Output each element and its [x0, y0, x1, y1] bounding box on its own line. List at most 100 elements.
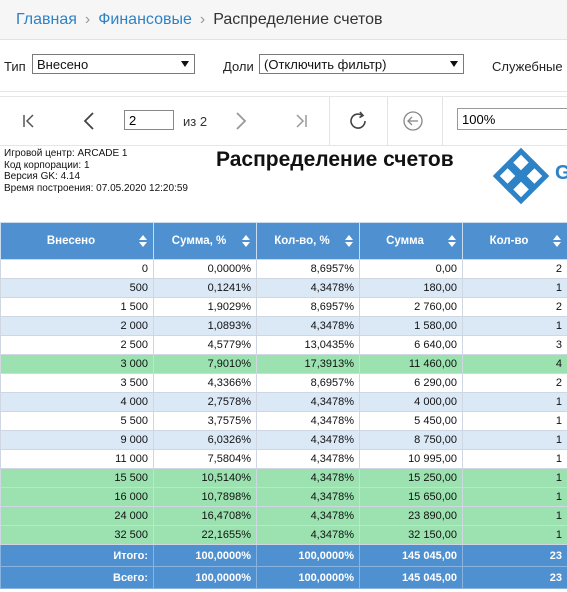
type-filter-label: Тип: [4, 59, 26, 74]
column-header[interactable]: Кол-во: [462, 222, 567, 260]
column-header-label: Сумма: [386, 235, 424, 247]
table-cell: 11 460,00: [359, 354, 463, 374]
table-cell: 7,5804%: [153, 449, 257, 469]
table-cell: 4: [462, 354, 567, 374]
column-header[interactable]: Внесено: [0, 222, 154, 260]
table-cell: 1: [462, 278, 567, 298]
zoom-input[interactable]: [457, 108, 567, 130]
column-header-label: Сумма, %: [171, 235, 227, 247]
table-cell: 5 500: [0, 411, 154, 431]
table-cell: 17,3913%: [256, 354, 360, 374]
table-cell: 24 000: [0, 506, 154, 526]
table-cell: 1: [462, 392, 567, 412]
column-header[interactable]: Кол-во, %: [256, 222, 360, 260]
share-filter-label: Доли: [223, 59, 254, 74]
table-cell: 100,0000%: [256, 544, 360, 567]
table-cell: 13,0435%: [256, 335, 360, 355]
table-cell: 23 890,00: [359, 506, 463, 526]
table-cell: 8,6957%: [256, 297, 360, 317]
table-row: 3 500 4,3366% 8,6957% 6 290,00 2: [0, 373, 567, 393]
breadcrumb-link-home[interactable]: Главная: [16, 11, 77, 29]
meta-line-time: Время построения: 07.05.2020 12:20:59: [4, 182, 188, 194]
table-row: 2 000 1,0893% 4,3478% 1 580,00 1: [0, 316, 567, 336]
table-row: 500 0,1241% 4,3478% 180,00 1: [0, 278, 567, 298]
table-cell: 10,5140%: [153, 468, 257, 488]
column-header-label: Внесено: [46, 235, 96, 247]
table-cell: 4,3478%: [256, 316, 360, 336]
table-cell: 9 000: [0, 430, 154, 450]
breadcrumb-link-financial[interactable]: Финансовые: [98, 11, 192, 29]
table-cell: Итого:: [0, 544, 154, 567]
table-cell: 0,1241%: [153, 278, 257, 298]
table-row: 24 000 16,4708% 4,3478% 23 890,00 1: [0, 506, 567, 526]
table-cell: 5 450,00: [359, 411, 463, 431]
report-meta: Игровой центр: ARCADE 1 Код корпорации: …: [4, 148, 188, 194]
table-cell: 145 045,00: [359, 544, 463, 567]
meta-line-center: Игровой центр: ARCADE 1: [4, 148, 128, 159]
table-cell: 4,3478%: [256, 411, 360, 431]
type-filter-value: Внесено: [37, 57, 89, 72]
table-cell: 4 000,00: [359, 392, 463, 412]
table-cell: 22,1655%: [153, 525, 257, 545]
table-cell: 1,0893%: [153, 316, 257, 336]
table-cell: 1: [462, 525, 567, 545]
table-row: 1 500 1,9029% 8,6957% 2 760,00 2: [0, 297, 567, 317]
table-cell: 2,7578%: [153, 392, 257, 412]
table-cell: 1: [462, 449, 567, 469]
report-toolbar: из 2: [0, 96, 567, 146]
sort-icon: [553, 235, 561, 247]
table-cell: 2: [462, 373, 567, 393]
meta-line-corp: Код корпорации: 1: [4, 159, 90, 171]
back-circle-icon: [403, 111, 423, 131]
refresh-icon: [350, 111, 366, 129]
page-number-input[interactable]: [124, 110, 174, 130]
column-header-label: Кол-во, %: [274, 235, 330, 247]
type-filter-select[interactable]: Внесено: [32, 54, 195, 74]
table-cell: 4,3478%: [256, 278, 360, 298]
table-cell: 1: [462, 316, 567, 336]
share-filter-value: (Отключить фильтр): [264, 57, 387, 72]
table-cell: 32 500: [0, 525, 154, 545]
table-cell: 4,3478%: [256, 525, 360, 545]
table-row: 0 0,0000% 8,6957% 0,00 2: [0, 259, 567, 279]
column-header[interactable]: Сумма, %: [153, 222, 257, 260]
share-filter-select[interactable]: (Отключить фильтр): [259, 54, 464, 74]
table-cell: 3,7575%: [153, 411, 257, 431]
table-total-row: Итого: 100,0000% 100,0000% 145 045,00 23: [0, 544, 567, 567]
first-page-button[interactable]: [14, 97, 44, 145]
table-cell: 4,3478%: [256, 487, 360, 507]
table-cell: 32 150,00: [359, 525, 463, 545]
table-cell: 1: [462, 411, 567, 431]
sort-icon: [242, 235, 250, 247]
column-header[interactable]: Сумма: [359, 222, 463, 260]
prev-page-button[interactable]: [74, 97, 104, 145]
table-cell: 11 000: [0, 449, 154, 469]
table-cell: 6,0326%: [153, 430, 257, 450]
table-row: 32 500 22,1655% 4,3478% 32 150,00 1: [0, 525, 567, 545]
sort-icon: [448, 235, 456, 247]
table-cell: 2: [462, 297, 567, 317]
back-button[interactable]: [398, 97, 428, 145]
table-cell: 4,3478%: [256, 468, 360, 488]
table-cell: 6 640,00: [359, 335, 463, 355]
table-cell: 7,9010%: [153, 354, 257, 374]
last-page-button[interactable]: [286, 97, 316, 145]
table-cell: 145 045,00: [359, 566, 463, 589]
table-cell: 4,3478%: [256, 430, 360, 450]
table-row: 16 000 10,7898% 4,3478% 15 650,00 1: [0, 487, 567, 507]
logo-letter: G: [555, 162, 567, 184]
table-cell: 15 500: [0, 468, 154, 488]
last-page-icon: [296, 114, 307, 128]
refresh-button[interactable]: [340, 97, 376, 145]
table-cell: 16,4708%: [153, 506, 257, 526]
caret-down-icon: [450, 61, 458, 67]
table-cell: 500: [0, 278, 154, 298]
table-header-row: Внесено Сумма, % Кол-во, % Сумма Кол-во: [0, 222, 567, 260]
next-page-button[interactable]: [226, 97, 256, 145]
table-cell: 2: [462, 259, 567, 279]
table-cell: 100,0000%: [153, 566, 257, 589]
table-cell: 180,00: [359, 278, 463, 298]
table-cell: 10 995,00: [359, 449, 463, 469]
table-cell: 1 500: [0, 297, 154, 317]
table-cell: 10,7898%: [153, 487, 257, 507]
